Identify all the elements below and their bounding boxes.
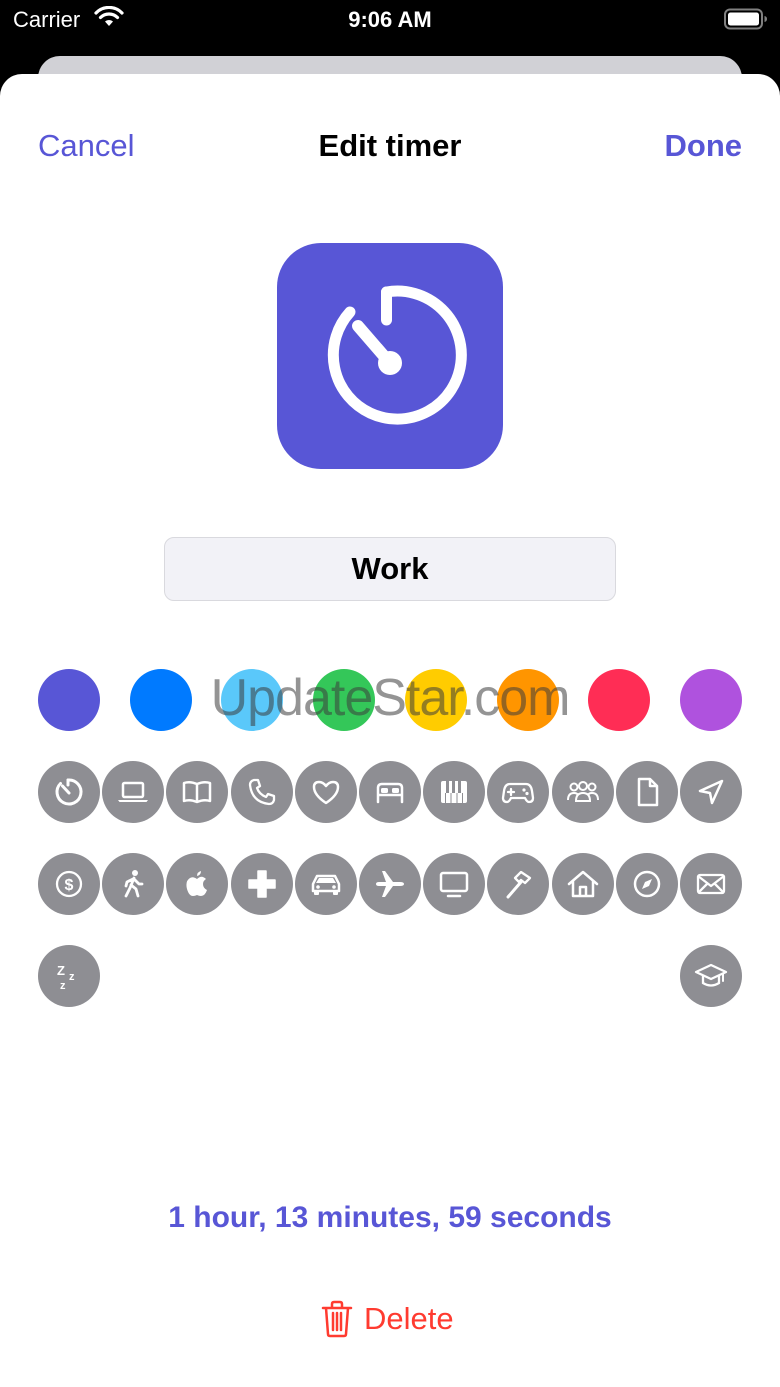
apple-icon[interactable] bbox=[166, 853, 229, 915]
timer-preview bbox=[277, 243, 503, 469]
compass-icon[interactable] bbox=[615, 853, 678, 915]
tv-icon[interactable] bbox=[423, 853, 486, 915]
timer-name-field[interactable] bbox=[164, 537, 616, 601]
color-picker bbox=[38, 669, 742, 731]
hammer-icon[interactable] bbox=[487, 853, 550, 915]
heart-icon[interactable] bbox=[294, 761, 357, 823]
car-icon[interactable] bbox=[294, 853, 357, 915]
piano-icon[interactable] bbox=[423, 761, 486, 823]
airplane-icon[interactable] bbox=[358, 853, 421, 915]
house-icon[interactable] bbox=[551, 853, 614, 915]
color-option-purple[interactable] bbox=[679, 669, 742, 731]
clock-label: 9:06 AM bbox=[348, 7, 432, 32]
phone-icon[interactable] bbox=[230, 761, 293, 823]
location-arrow-icon[interactable] bbox=[679, 761, 742, 823]
color-option-pink[interactable] bbox=[588, 669, 651, 731]
walking-icon[interactable] bbox=[102, 853, 165, 915]
done-button[interactable]: Done bbox=[665, 128, 743, 164]
color-option-yellow[interactable] bbox=[404, 669, 467, 731]
color-option-indigo[interactable] bbox=[38, 669, 100, 731]
svg-text:$: $ bbox=[65, 877, 74, 894]
color-option-blue[interactable] bbox=[129, 669, 192, 731]
bed-icon[interactable] bbox=[358, 761, 421, 823]
color-option-orange[interactable] bbox=[496, 669, 559, 731]
timer-icon bbox=[327, 285, 467, 425]
plus-icon[interactable] bbox=[230, 853, 293, 915]
icon-picker: $ Zzz bbox=[38, 761, 742, 1007]
cancel-button[interactable]: Cancel bbox=[38, 128, 135, 164]
svg-text:z: z bbox=[60, 980, 66, 992]
delete-button[interactable]: Delete bbox=[320, 1298, 454, 1340]
gamecontroller-icon[interactable] bbox=[487, 761, 550, 823]
status-bar: Carrier 9:06 AM bbox=[0, 0, 780, 56]
sleep-icon[interactable]: Zzz bbox=[38, 945, 100, 1007]
color-option-green[interactable] bbox=[313, 669, 376, 731]
color-option-teal[interactable] bbox=[221, 669, 284, 731]
book-icon[interactable] bbox=[166, 761, 229, 823]
timer-icon[interactable] bbox=[38, 761, 100, 823]
envelope-icon[interactable] bbox=[679, 853, 742, 915]
svg-text:z: z bbox=[69, 971, 75, 983]
document-icon[interactable] bbox=[615, 761, 678, 823]
graduation-cap-icon[interactable] bbox=[680, 945, 742, 1007]
dollar-icon[interactable]: $ bbox=[38, 853, 100, 915]
svg-text:Z: Z bbox=[57, 963, 65, 978]
battery-icon bbox=[724, 8, 768, 35]
people-icon[interactable] bbox=[551, 761, 614, 823]
delete-label: Delete bbox=[364, 1301, 454, 1336]
trash-icon bbox=[321, 1300, 353, 1338]
duration-label[interactable]: 1 hour, 13 minutes, 59 seconds bbox=[0, 1199, 780, 1237]
laptop-icon[interactable] bbox=[102, 761, 165, 823]
